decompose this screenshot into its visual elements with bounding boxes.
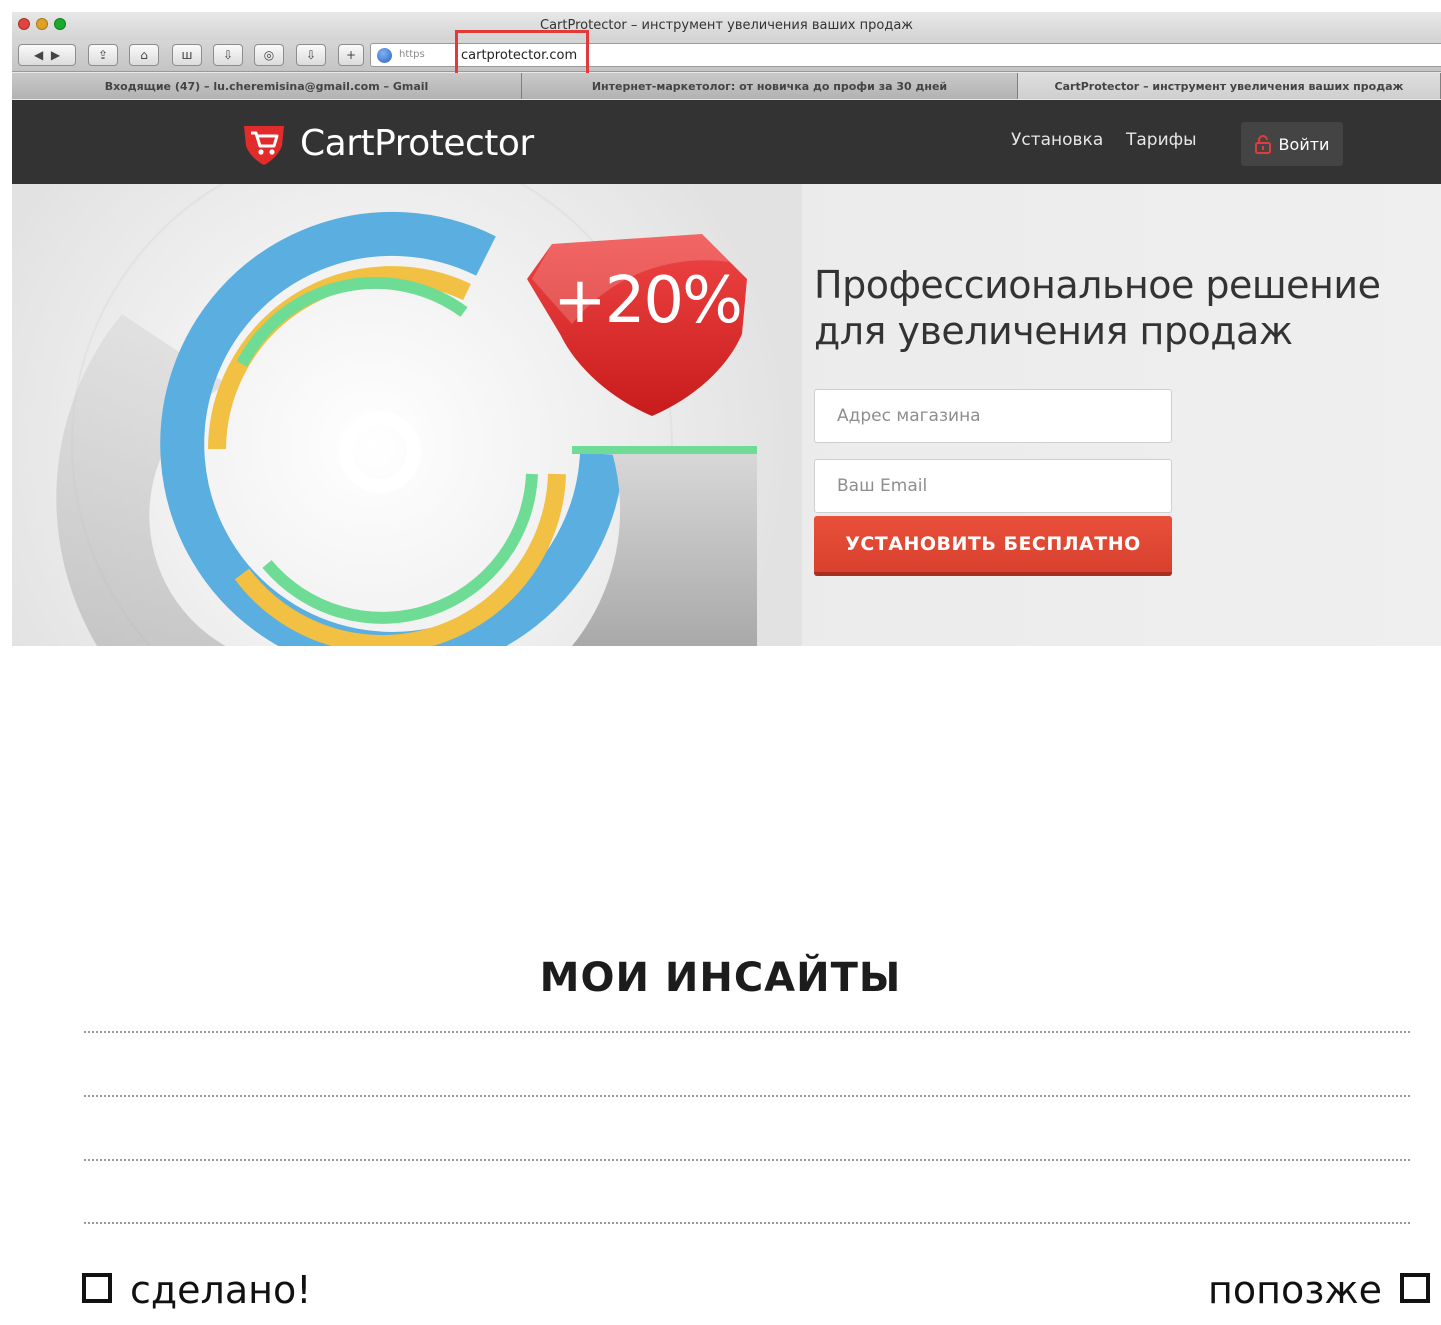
hero-title: Профессиональное решение для увеличения … — [814, 262, 1381, 354]
reader-button[interactable]: ◎ — [254, 44, 284, 66]
hero-illustration — [12, 184, 802, 646]
writing-line — [84, 1159, 1410, 1161]
basket-icon: ш — [181, 48, 193, 62]
tab-cartprotector[interactable]: CartProtector – инструмент увеличения ва… — [1018, 73, 1441, 99]
downloads-button[interactable]: ⇩ — [296, 44, 326, 66]
done-label: сделано! — [130, 1268, 312, 1312]
browser-window: CartProtector – инструмент увеличения ва… — [12, 12, 1441, 646]
install-free-button[interactable]: УСТАНОВИТЬ БЕСПЛАТНО — [814, 516, 1172, 576]
tab-gmail[interactable]: Входящие (47) – lu.cheremisina@gmail.com… — [12, 73, 522, 99]
download-button[interactable]: ⇩ — [213, 44, 243, 66]
home-button[interactable]: ⌂ — [129, 44, 159, 66]
download-icon: ⇩ — [222, 48, 234, 62]
shop-address-input[interactable] — [814, 389, 1172, 443]
badge-text: +20% — [553, 264, 743, 338]
page: CartProtector – инструмент увеличения ва… — [0, 0, 1441, 1325]
globe-icon — [377, 48, 392, 63]
circle-icon: ◎ — [263, 48, 275, 62]
logo-text: CartProtector — [300, 122, 534, 164]
insights-title: МОИ ИНСАЙТЫ — [539, 955, 902, 1001]
url-protocol: https — [399, 49, 425, 60]
arrow-down-icon: ⇩ — [305, 48, 317, 62]
logo[interactable]: CartProtector — [240, 120, 534, 166]
nav-install[interactable]: Установка — [1011, 130, 1103, 150]
reading-list-button[interactable]: ш — [172, 44, 202, 66]
browser-toolbar: ◀ ▶ ⇪ ⌂ ш ⇩ ◎ ⇩ + https cartprotector.co… — [12, 30, 1441, 76]
hero-title-line2: для увеличения продаж — [814, 309, 1293, 353]
plus-icon: + — [345, 48, 357, 62]
url-highlight-frame — [455, 30, 589, 76]
email-input[interactable] — [814, 459, 1172, 513]
back-forward-buttons[interactable]: ◀ ▶ — [18, 44, 76, 66]
tab-course[interactable]: Интернет-маркетолог: от новичка до профи… — [522, 73, 1018, 99]
nav-pricing[interactable]: Тарифы — [1126, 130, 1197, 150]
done-checkbox[interactable] — [82, 1273, 112, 1303]
hero-section: +20% Профессиональное решение для увелич… — [12, 184, 1441, 646]
writing-line — [84, 1031, 1410, 1033]
hero-title-line1: Профессиональное решение — [814, 263, 1381, 307]
green-bar — [572, 446, 757, 454]
home-icon: ⌂ — [140, 48, 148, 62]
later-label: попозже — [1208, 1268, 1383, 1312]
lock-icon — [1254, 135, 1271, 154]
back-icon[interactable]: ◀ — [34, 48, 43, 62]
login-label: Войти — [1278, 134, 1330, 154]
later-checkbox[interactable] — [1400, 1273, 1430, 1303]
new-tab-button[interactable]: + — [338, 44, 364, 66]
window-title: CartProtector – инструмент увеличения ва… — [540, 18, 913, 33]
forward-icon[interactable]: ▶ — [51, 48, 60, 62]
writing-line — [84, 1222, 1410, 1224]
share-icon: ⇪ — [97, 48, 109, 62]
share-button[interactable]: ⇪ — [88, 44, 118, 66]
address-bar[interactable]: https cartprotector.com — [370, 30, 1441, 76]
login-button[interactable]: Войти — [1241, 122, 1343, 166]
site-header: CartProtector Установка Тарифы Войти — [12, 100, 1441, 184]
cart-shield-icon — [244, 126, 284, 165]
title-bar: CartProtector – инструмент увеличения ва… — [12, 12, 1441, 40]
writing-line — [84, 1095, 1410, 1097]
tab-bar: Входящие (47) – lu.cheremisina@gmail.com… — [12, 73, 1441, 99]
